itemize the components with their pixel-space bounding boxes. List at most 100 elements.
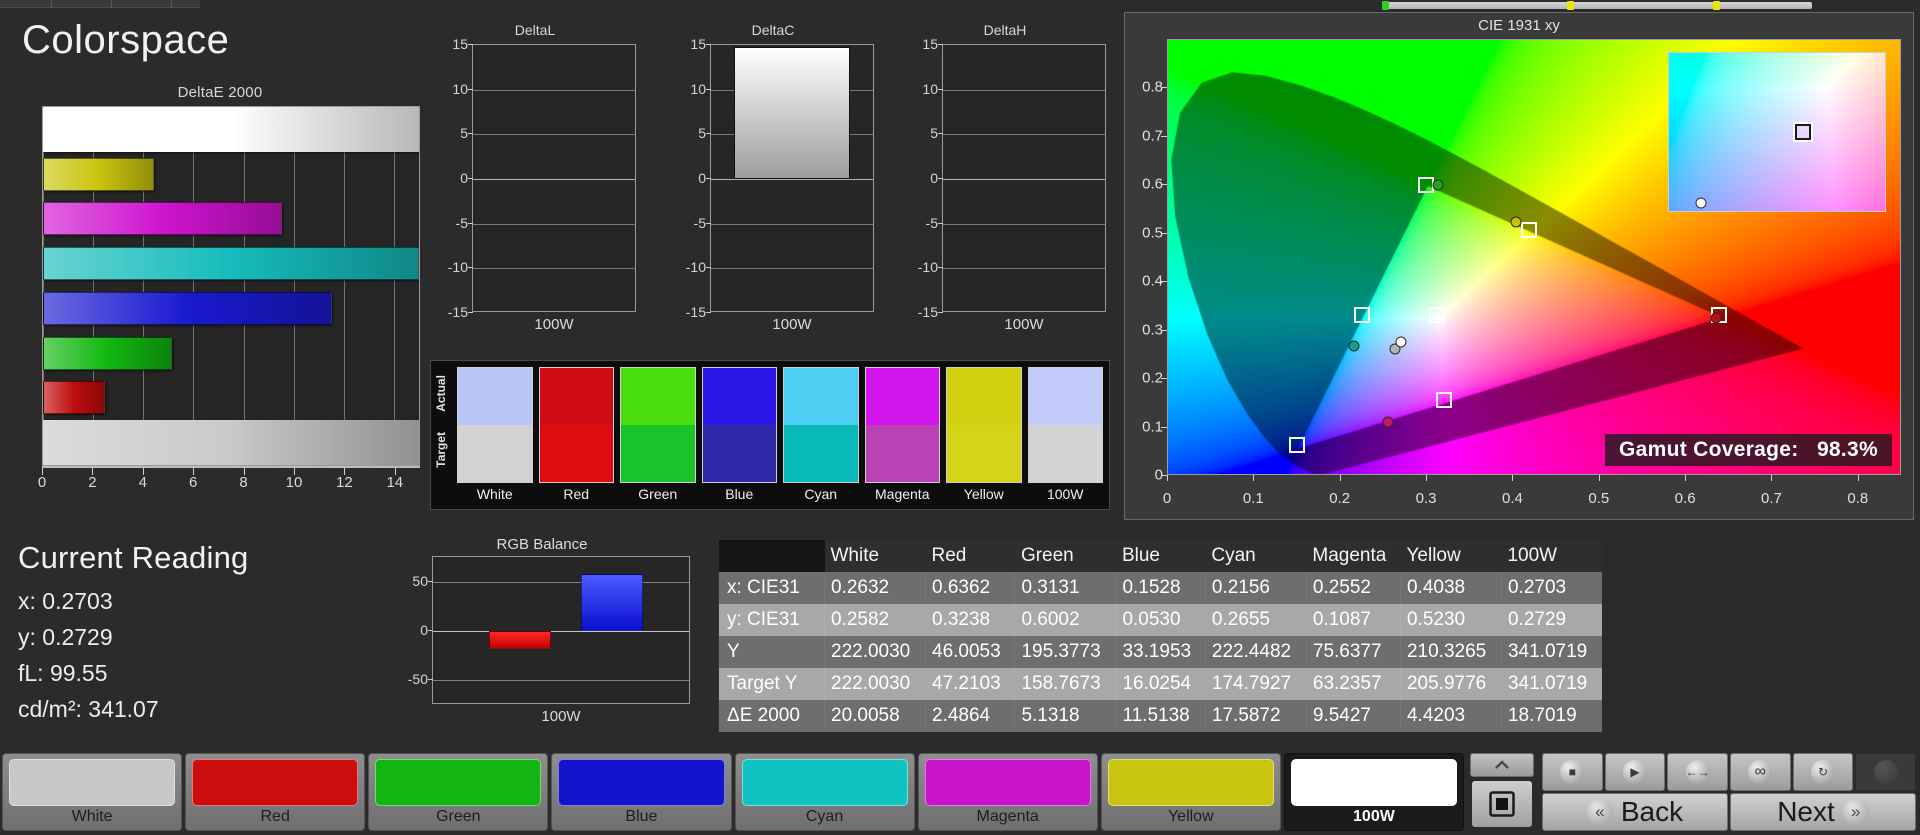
y-tick — [706, 178, 711, 179]
gridline — [943, 268, 1105, 270]
play-button[interactable]: ▶ — [1604, 753, 1666, 791]
y-tick-label: 10 — [922, 80, 938, 97]
cie-y-tick-label: 0.3 — [1142, 321, 1163, 339]
swatch-column: Blue — [701, 367, 777, 505]
target-magenta — [1436, 391, 1453, 408]
table-cell: 222.4482 — [1204, 636, 1307, 668]
swatch-target-label: Target — [434, 431, 448, 468]
table-cell: 158.7673 — [1014, 668, 1116, 700]
color-button-green[interactable]: Green — [368, 753, 549, 831]
progress-slider[interactable] — [1382, 1, 1812, 10]
measure-button[interactable]: ←→ — [1667, 753, 1729, 791]
color-button-red[interactable]: Red — [185, 753, 366, 831]
cie-x-tick — [1598, 475, 1600, 481]
table-cell: 0.2703 — [1500, 572, 1602, 604]
table-cell: 0.2156 — [1204, 572, 1307, 604]
current-reading-line: x: 0.2703 — [18, 588, 113, 614]
gridline — [473, 134, 635, 136]
cie-y-tick — [1161, 475, 1167, 476]
table-cell: 0.3238 — [924, 604, 1015, 636]
cie-x-tick-label: 0.2 — [1329, 490, 1351, 507]
table-column-header: Cyan — [1205, 540, 1307, 572]
color-button-magenta[interactable]: Magenta — [917, 753, 1098, 831]
color-button-cyan[interactable]: Cyan — [734, 753, 915, 831]
delta-e-bar — [43, 336, 172, 370]
color-button-yellow[interactable]: Yellow — [1100, 753, 1281, 831]
navigation-row[interactable]: « Back Next » — [1542, 793, 1916, 831]
back-button[interactable]: « Back — [1542, 793, 1728, 831]
table-cell: 33.1953 — [1115, 636, 1206, 668]
marker-green[interactable] — [1382, 1, 1389, 10]
top-tab-strip-partial[interactable] — [0, 0, 200, 8]
table-cell: 0.2632 — [824, 572, 926, 604]
color-patch-buttons[interactable]: White Red Green Blue Cyan Magenta Yellow 100W — [2, 753, 1464, 831]
red-bar — [489, 631, 551, 649]
color-button-blue[interactable]: Blue — [551, 753, 732, 831]
color-button-label: Green — [436, 808, 481, 825]
small-chart-x-label: 100W — [534, 316, 574, 333]
cie-chart-title: CIE 1931 xy — [1478, 17, 1560, 34]
y-tick — [468, 222, 473, 224]
refresh-button[interactable]: ↻ — [1792, 753, 1854, 791]
continuous-button[interactable]: ∞ — [1730, 753, 1791, 791]
y-tick-label: 0 — [930, 170, 938, 186]
y-tick — [468, 312, 473, 313]
table-cell: 47.2103 — [924, 668, 1015, 700]
swatch-box — [620, 367, 696, 483]
color-button-100w[interactable]: 100W — [1283, 753, 1464, 831]
delta-h-chart: DeltaH 15 10 5 0 -5 -10 -15 100W — [900, 22, 1110, 352]
cie-x-tick — [1512, 475, 1514, 481]
swatch-column: Yellow — [946, 367, 1022, 505]
delta-e-2000-chart: DeltaE 2000 0 2 4 6 8 10 12 14 — [20, 84, 420, 499]
x-tick-label: 2 — [88, 474, 97, 491]
swatch-box — [946, 367, 1022, 483]
table-column-header: White — [824, 540, 926, 572]
y-tick — [938, 222, 943, 224]
transport-icon-row[interactable]: ■ ▶ ←→ ∞ ↻ — [1542, 753, 1917, 791]
stop-large-button[interactable] — [1470, 779, 1534, 829]
table-row: Y 222.0030 46.0053 195.3773 33.1953 222.4482 7… — [718, 636, 1602, 668]
cie-x-tick — [1339, 475, 1341, 481]
y-tick — [938, 88, 943, 90]
swatch-actual — [458, 368, 532, 425]
table-cell: 341.0719 — [1500, 636, 1602, 668]
cie-y-tick-label: 0.5 — [1142, 224, 1163, 242]
swatch-column: White — [457, 367, 533, 505]
stop-icon: ■ — [1560, 760, 1585, 784]
measured-magenta — [1382, 416, 1394, 428]
chevron-right-icon: » — [1842, 799, 1869, 825]
cie-plot-area[interactable]: Gamut Coverage: 98.3% — [1167, 39, 1901, 475]
next-button[interactable]: Next » — [1730, 793, 1916, 831]
target-white — [1428, 307, 1445, 324]
color-button-white[interactable]: White — [2, 753, 183, 831]
marker-yellow-1[interactable] — [1566, 1, 1574, 10]
chevron-up-icon — [1495, 760, 1509, 769]
chevron-up-icon-button[interactable] — [1470, 753, 1534, 777]
stop-button[interactable]: ■ — [1542, 753, 1603, 791]
table-cell: 11.5138 — [1115, 700, 1206, 732]
gamut-coverage-value: 98.3% — [1816, 438, 1878, 461]
table-cell: 0.2552 — [1305, 572, 1401, 604]
color-chip — [192, 759, 359, 806]
swatch-box — [864, 367, 940, 483]
swatch-grid: White Red Green Blue Cyan Magenta Yellow 100W — [457, 367, 1103, 505]
table-cell: 0.6002 — [1014, 604, 1116, 636]
page-title: Colorspace — [22, 18, 230, 62]
marker-yellow-2[interactable] — [1713, 1, 1721, 10]
swatch-label: Blue — [725, 486, 754, 502]
table-cell: 46.0053 — [924, 636, 1015, 668]
measurement-table-element: White Red Green Blue Cyan Magenta Yellow 100W x… — [718, 540, 1602, 732]
delta-e-bar — [43, 420, 419, 465]
table-body: x: CIE31 0.2632 0.6362 0.3131 0.1528 0.2156 0.… — [718, 572, 1602, 732]
color-button-label: Blue — [625, 808, 658, 825]
color-button-label: 100W — [1353, 808, 1395, 825]
current-reading-line: cd/m²: 341.07 — [18, 696, 159, 722]
table-row-label: x: CIE31 — [718, 572, 825, 604]
status-indicator[interactable] — [1855, 753, 1917, 791]
cie-x-tick-label: 0.7 — [1761, 490, 1782, 507]
table-column-header: Magenta — [1306, 540, 1401, 572]
rgb-balance-x-label: 100W — [541, 708, 581, 725]
small-chart-plot — [472, 44, 636, 312]
cie-x-tick-label: 0.5 — [1588, 490, 1610, 507]
gridline — [473, 89, 635, 91]
